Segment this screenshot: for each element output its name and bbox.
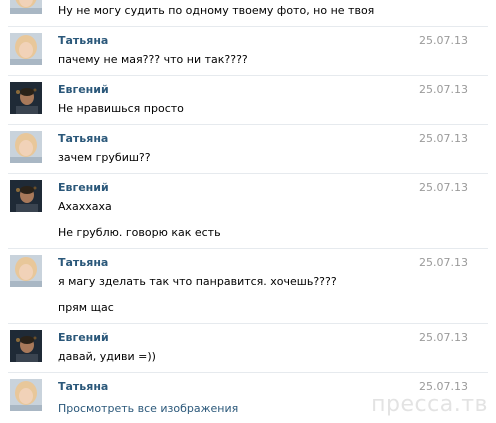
message-text: зачем грубиш?? xyxy=(58,151,151,164)
female-avatar[interactable] xyxy=(10,255,42,287)
message-text: пачему не мая??? что ни так???? xyxy=(58,53,248,66)
female-avatar[interactable] xyxy=(10,131,42,163)
message-text: прям щас xyxy=(58,301,114,314)
divider xyxy=(8,372,488,373)
message-text: Не грублю. говорю как есть xyxy=(58,226,221,239)
watermark-logo: пресса.тв xyxy=(371,392,488,417)
sender-name[interactable]: Татьяна xyxy=(58,256,108,270)
divider xyxy=(8,26,488,27)
divider xyxy=(8,173,488,174)
message-text: давай, удиви =)) xyxy=(58,350,156,363)
view-all-images-link[interactable]: Просмотреть все изображения xyxy=(58,402,238,416)
message-date[interactable]: 25.07.13 xyxy=(419,256,468,270)
message-text: Не нравишься просто xyxy=(58,102,184,115)
message-date[interactable]: 25.07.13 xyxy=(419,132,468,146)
male-avatar[interactable] xyxy=(10,330,42,362)
message-date[interactable]: 25.07.13 xyxy=(419,331,468,345)
divider xyxy=(8,248,488,249)
message-text: я магу зделать так что панравится. хочеш… xyxy=(58,275,337,288)
female-avatar[interactable] xyxy=(10,0,42,14)
message-text: Ахаххаха xyxy=(58,200,112,213)
sender-name[interactable]: Татьяна xyxy=(58,380,108,394)
sender-name[interactable]: Евгений xyxy=(58,83,109,97)
message-date[interactable]: 25.07.13 xyxy=(419,181,468,195)
sender-name[interactable]: Татьяна xyxy=(58,132,108,146)
female-avatar[interactable] xyxy=(10,379,42,411)
divider xyxy=(8,75,488,76)
divider xyxy=(8,323,488,324)
divider xyxy=(8,124,488,125)
message-text: Ну не могу судить по одному твоему фото,… xyxy=(58,4,375,17)
sender-name[interactable]: Евгений xyxy=(58,181,109,195)
sender-name[interactable]: Евгений xyxy=(58,331,109,345)
male-avatar[interactable] xyxy=(10,180,42,212)
message-date[interactable]: 25.07.13 xyxy=(419,83,468,97)
sender-name[interactable]: Татьяна xyxy=(58,34,108,48)
female-avatar[interactable] xyxy=(10,33,42,65)
message-date[interactable]: 25.07.13 xyxy=(419,34,468,48)
male-avatar[interactable] xyxy=(10,82,42,114)
